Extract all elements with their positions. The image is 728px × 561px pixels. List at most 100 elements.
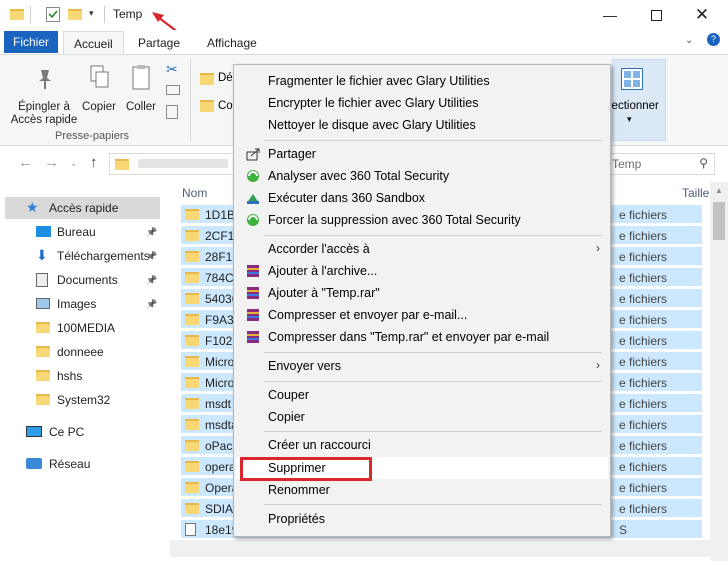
winrar-icon: [247, 265, 259, 277]
sidebar-item-hshs[interactable]: hshs: [0, 365, 160, 387]
copy-to-button[interactable]: Co: [218, 100, 233, 112]
menu-item-label: Analyser avec 360 Total Security: [268, 169, 450, 183]
sidebar-item-acc-s-rapide[interactable]: ★ Accès rapide: [0, 197, 160, 219]
paste-shortcut-icon[interactable]: [166, 105, 178, 119]
menu-item-cut[interactable]: Couper: [236, 384, 608, 406]
menu-item-send-to[interactable]: Envoyer vers ›: [236, 355, 608, 377]
sidebar-item-images[interactable]: Images 📌: [0, 293, 160, 315]
file-type: e fichiers: [619, 460, 668, 474]
maximize-button[interactable]: [633, 0, 679, 30]
sidebar-item-label: System32: [57, 393, 111, 407]
copy-button[interactable]: Copier: [80, 63, 118, 114]
up-button[interactable]: ↑: [90, 154, 98, 171]
menu-separator: [264, 352, 602, 353]
scroll-thumb[interactable]: [713, 202, 725, 240]
menu-item-give-access[interactable]: Accorder l'accès à ›: [236, 238, 608, 260]
sidebar-item-100media[interactable]: 100MEDIA: [0, 317, 160, 339]
menu-item-compress-email[interactable]: Compresser et envoyer par e-mail...: [236, 304, 608, 326]
paste-button[interactable]: Coller: [122, 63, 160, 114]
column-header-name[interactable]: Nom: [182, 186, 207, 200]
tab-file[interactable]: Fichier: [4, 31, 58, 53]
menu-separator: [264, 431, 602, 432]
copy-path-icon[interactable]: [166, 85, 180, 95]
file-type: e fichiers: [619, 439, 668, 453]
new-folder-icon[interactable]: [68, 9, 82, 20]
pin-icon[interactable]: 📌: [146, 299, 157, 310]
file-type: e fichiers: [619, 229, 668, 243]
search-input[interactable]: Temp ⚲: [605, 153, 715, 175]
menu-item-glary-encrypt[interactable]: Encrypter le fichier avec Glary Utilitie…: [236, 92, 608, 114]
properties-icon[interactable]: [46, 7, 60, 22]
group-label-clipboard: Presse-papiers: [55, 130, 129, 142]
menu-item-label: Encrypter le fichier avec Glary Utilitie…: [268, 96, 479, 110]
sidebar-item-t-l-chargements[interactable]: ⬇ Téléchargements 📌: [0, 245, 160, 267]
star-icon: ★: [26, 199, 39, 215]
pin-icon[interactable]: 📌: [146, 227, 157, 238]
file-icon: [185, 523, 196, 536]
search-icon: ⚲: [699, 156, 708, 170]
menu-item-create-shortcut[interactable]: Créer un raccourci: [236, 434, 608, 456]
menu-item-360-force-delete[interactable]: Forcer la suppression avec 360 Total Sec…: [236, 209, 608, 231]
folder-icon: [185, 209, 199, 220]
move-to-icon[interactable]: [200, 73, 214, 85]
menu-item-compress-temp-email[interactable]: Compresser dans "Temp.rar" et envoyer pa…: [236, 326, 608, 348]
help-icon[interactable]: ?: [707, 33, 720, 46]
horizontal-scrollbar[interactable]: [170, 540, 710, 557]
tab-view[interactable]: Affichage: [197, 31, 267, 55]
menu-item-copy[interactable]: Copier: [236, 406, 608, 428]
winrar-icon: [247, 331, 259, 343]
move-to-button[interactable]: Dé: [218, 72, 233, 84]
copy-to-icon[interactable]: [200, 100, 214, 112]
menu-separator: [264, 381, 602, 382]
sidebar-item-label: Téléchargements: [57, 249, 150, 263]
menu-item-360-scan[interactable]: Analyser avec 360 Total Security: [236, 165, 608, 187]
menu-item-label: Compresser et envoyer par e-mail...: [268, 308, 468, 322]
address-input[interactable]: [109, 153, 239, 175]
sidebar-item-label: 100MEDIA: [57, 321, 116, 335]
forward-button[interactable]: →: [44, 154, 59, 171]
minimize-button[interactable]: —: [587, 0, 633, 30]
cut-icon[interactable]: ✂: [166, 61, 178, 78]
360-security-icon: [247, 214, 259, 226]
scroll-up-icon[interactable]: ▲: [715, 186, 723, 195]
close-button[interactable]: ✕: [679, 0, 725, 30]
menu-item-glary-clean[interactable]: Nettoyer le disque avec Glary Utilities: [236, 114, 608, 136]
pin-quick-access-button[interactable]: Épingler à Accès rapide: [8, 67, 80, 127]
folder-icon: [185, 377, 199, 388]
divider: [104, 6, 105, 23]
pin-icon[interactable]: 📌: [146, 251, 157, 262]
winrar-icon: [247, 309, 259, 321]
pin-icon[interactable]: 📌: [146, 275, 157, 286]
sidebar-item-donneee[interactable]: donneee: [0, 341, 160, 363]
sidebar-item-label: Images: [57, 297, 97, 311]
documents-icon: [36, 273, 48, 287]
menu-item-360-sandbox[interactable]: Exécuter dans 360 Sandbox: [236, 187, 608, 209]
divider: [190, 59, 191, 141]
menu-item-properties[interactable]: Propriétés: [236, 508, 608, 530]
vertical-scrollbar[interactable]: ▲: [710, 182, 728, 561]
menu-item-share[interactable]: Partager: [236, 143, 608, 165]
select-group[interactable]: lectionner ▾: [609, 59, 666, 141]
column-header-size[interactable]: Taille: [682, 186, 709, 200]
submenu-arrow-icon: ›: [596, 241, 600, 255]
menu-item-glary-fragment[interactable]: Fragmenter le fichier avec Glary Utiliti…: [236, 70, 608, 92]
recent-locations-icon[interactable]: ⌄: [70, 158, 78, 169]
menu-item-add-archive[interactable]: Ajouter à l'archive...: [236, 260, 608, 282]
network-icon: [26, 458, 42, 469]
360-security-icon: [247, 170, 259, 182]
sidebar-item-r-seau[interactable]: Réseau: [0, 453, 160, 475]
sidebar-item-bureau[interactable]: Bureau 📌: [0, 221, 160, 243]
sidebar-item-documents[interactable]: Documents 📌: [0, 269, 160, 291]
window-title: Temp: [113, 7, 143, 21]
tab-home[interactable]: Accueil: [63, 31, 124, 55]
customize-quick-access-icon[interactable]: ▾: [89, 8, 94, 19]
menu-item-add-temp-rar[interactable]: Ajouter à "Temp.rar": [236, 282, 608, 304]
tab-share[interactable]: Partage: [128, 31, 190, 55]
collapse-ribbon-icon[interactable]: ⌄: [685, 35, 693, 46]
sidebar-item-ce-pc[interactable]: Ce PC: [0, 421, 160, 443]
menu-item-rename[interactable]: Renommer: [236, 479, 608, 501]
sidebar-item-system32[interactable]: System32: [0, 389, 160, 411]
back-button[interactable]: ←: [18, 154, 33, 171]
copy-icon: [90, 65, 109, 88]
folder-icon: [36, 346, 50, 357]
